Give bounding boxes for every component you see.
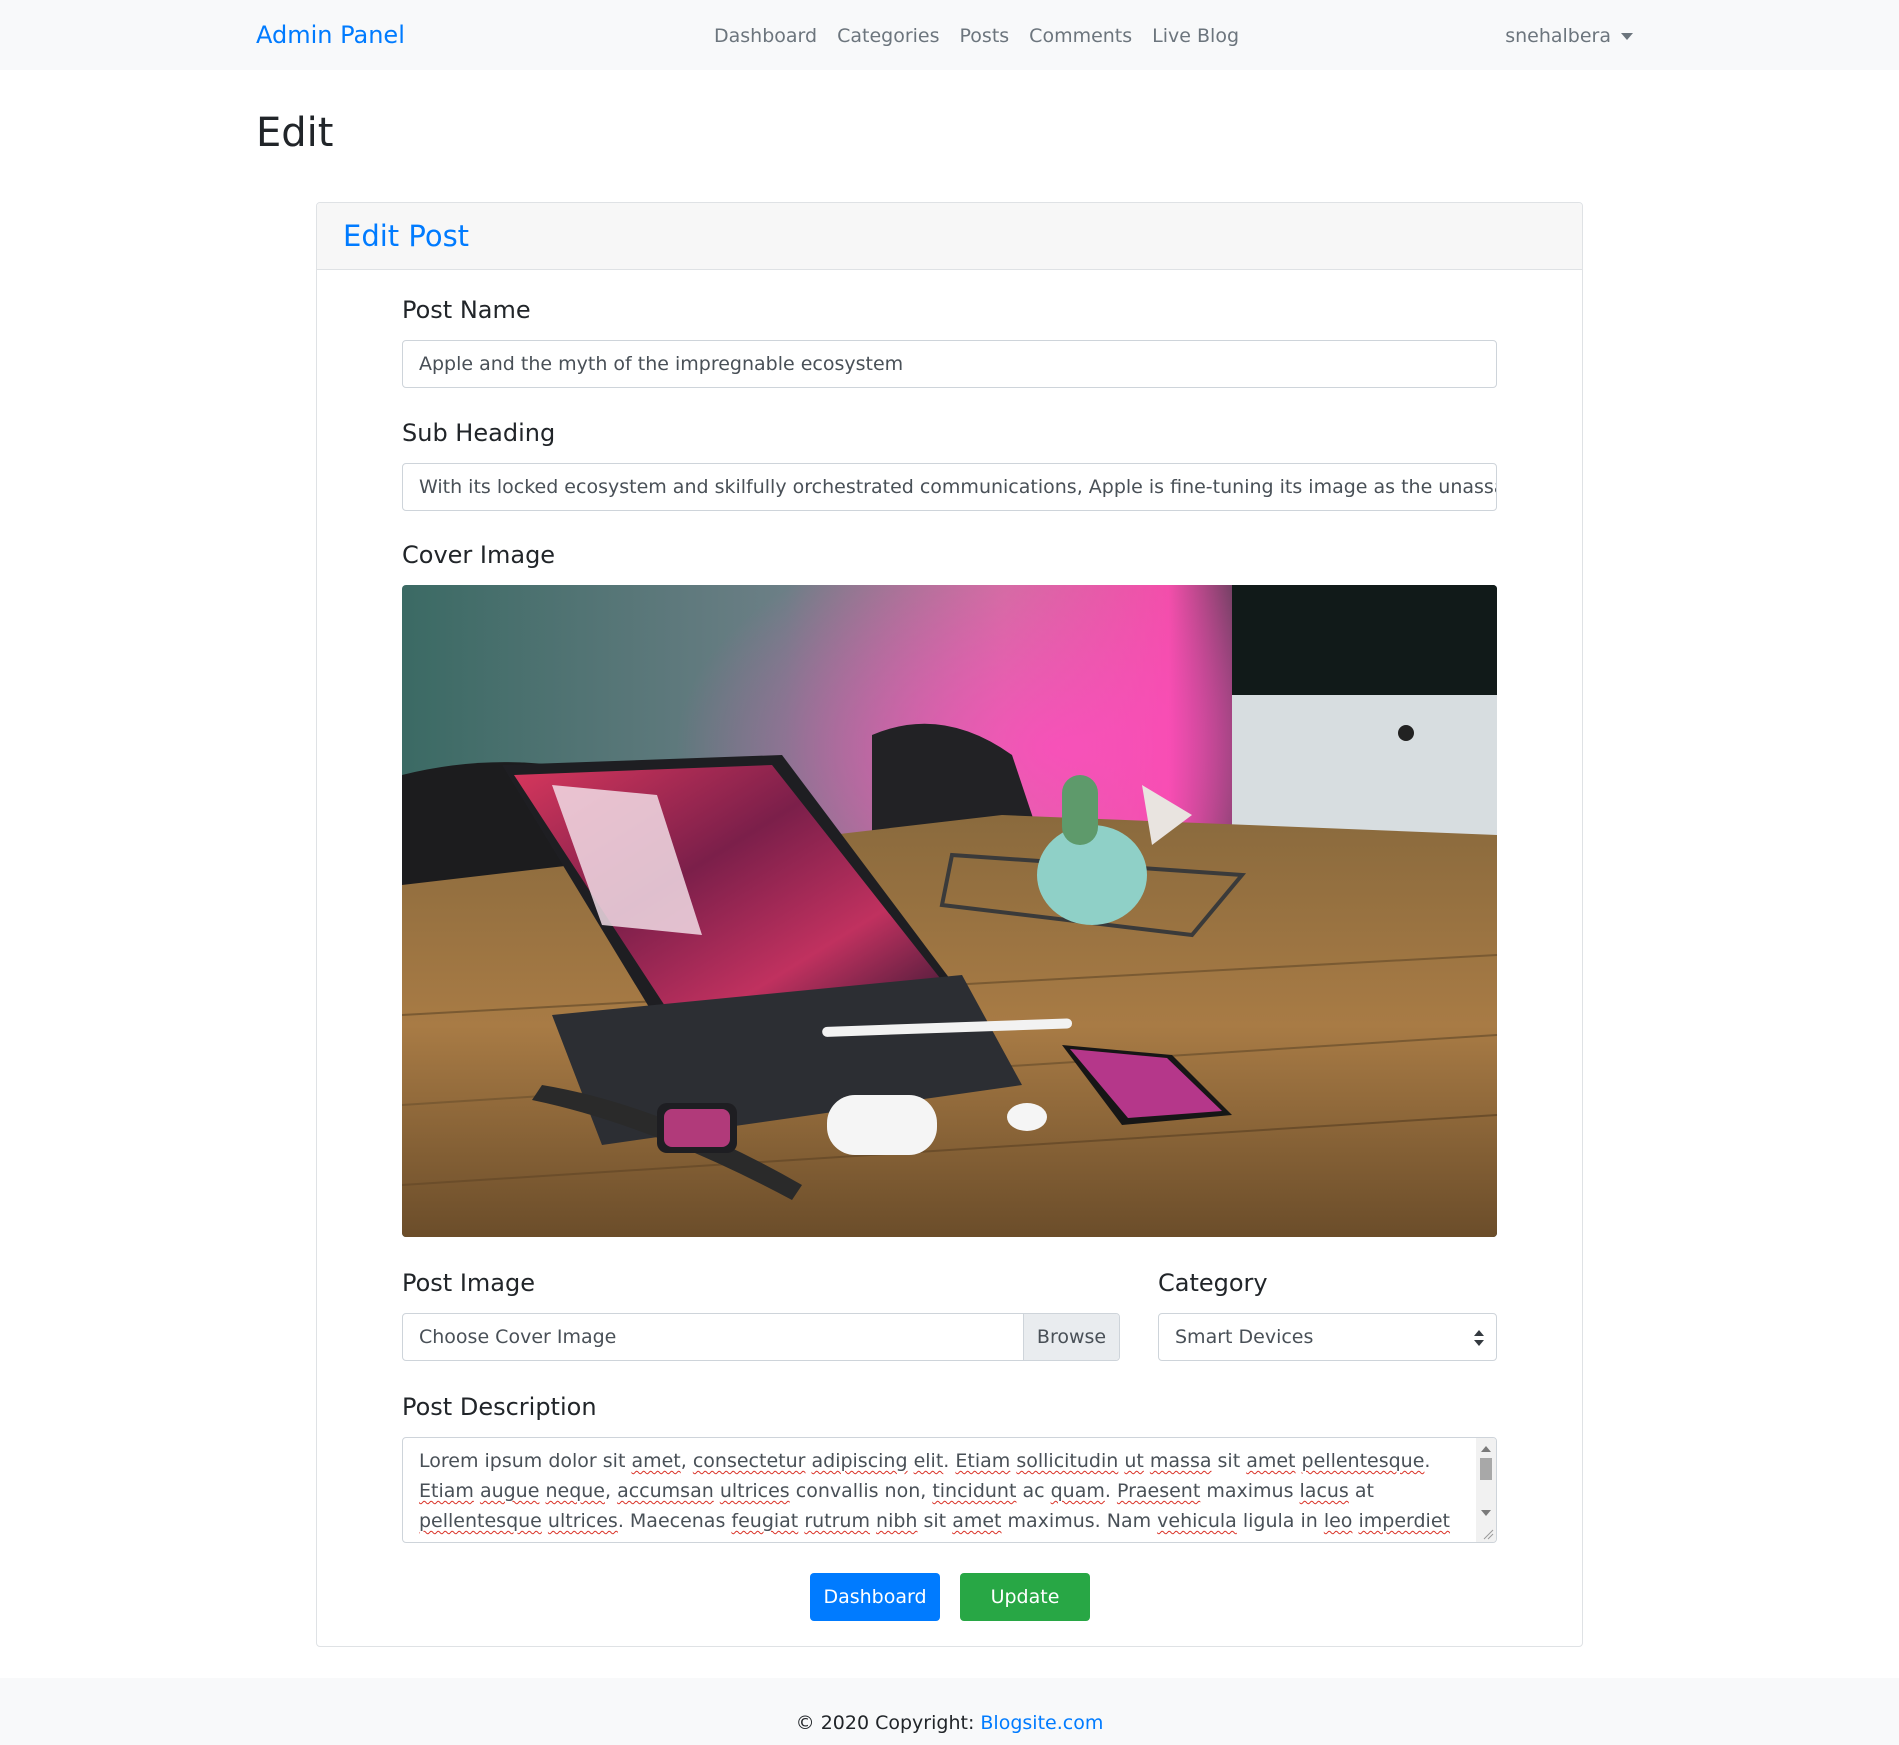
misspelled-word: venenatis bbox=[685, 1540, 778, 1542]
description-text-run: . bbox=[1104, 1480, 1117, 1502]
misspelled-word: amet bbox=[631, 1450, 681, 1472]
misspelled-word: nibh bbox=[876, 1510, 918, 1532]
file-input-placeholder: Choose Cover Image bbox=[419, 1326, 617, 1348]
misspelled-word: amet bbox=[952, 1510, 1002, 1532]
post-name-input[interactable]: Apple and the myth of the impregnable ec… bbox=[402, 340, 1497, 388]
misspelled-word: imperdiet bbox=[1358, 1510, 1450, 1532]
description-text-run: ac bbox=[1016, 1480, 1051, 1502]
sub-heading-input[interactable]: With its locked ecosystem and skilfully … bbox=[402, 463, 1497, 511]
footer: © 2020 Copyright: Blogsite.com bbox=[0, 1678, 1899, 1745]
description-text-run: maximus. Nam bbox=[1001, 1510, 1158, 1532]
nav-link-categories[interactable]: Categories bbox=[837, 25, 939, 47]
misspelled-word: rutrum bbox=[804, 1510, 870, 1532]
footer-site-link[interactable]: Blogsite.com bbox=[980, 1712, 1103, 1734]
misspelled-word: pellentesque bbox=[419, 1510, 542, 1532]
description-text-run: ligula in bbox=[1236, 1510, 1324, 1532]
post-image-label: Post Image bbox=[402, 1269, 536, 1297]
description-text-run: maximus. bbox=[419, 1540, 518, 1542]
user-dropdown[interactable]: snehalbera bbox=[1505, 25, 1633, 47]
description-text-run: , bbox=[680, 1450, 693, 1472]
scrollbar-thumb[interactable] bbox=[1480, 1458, 1492, 1480]
page-title: Edit bbox=[256, 110, 334, 156]
caret-down-icon bbox=[1621, 32, 1633, 40]
category-select[interactable]: Smart Devices bbox=[1158, 1313, 1497, 1361]
misspelled-word: vehicula bbox=[1157, 1510, 1237, 1532]
nav-link-live-blog[interactable]: Live Blog bbox=[1152, 25, 1239, 47]
misspelled-word: quam bbox=[1050, 1480, 1105, 1502]
description-text-run: sit bbox=[917, 1510, 953, 1532]
footer-text: © 2020 Copyright: Blogsite.com bbox=[0, 1712, 1899, 1734]
misspelled-word: ultrices bbox=[547, 1510, 618, 1532]
scroll-up-icon[interactable] bbox=[1481, 1446, 1491, 1452]
dashboard-button[interactable]: Dashboard bbox=[810, 1573, 940, 1621]
misspelled-word: lacus bbox=[1299, 1480, 1349, 1502]
misspelled-word: elit bbox=[913, 1450, 944, 1472]
category-label: Category bbox=[1158, 1269, 1268, 1297]
update-button[interactable]: Update bbox=[960, 1573, 1090, 1621]
misspelled-word: ut bbox=[1124, 1450, 1144, 1472]
misspelled-word: sollicitudin bbox=[1016, 1450, 1119, 1472]
post-description-text: Lorem ipsum dolor sit amet, consectetur … bbox=[419, 1446, 1468, 1542]
misspelled-word: massa bbox=[1149, 1450, 1212, 1472]
select-arrows-icon bbox=[1474, 1330, 1484, 1346]
navbar: Admin Panel Dashboard Categories Posts C… bbox=[0, 0, 1899, 70]
misspelled-word: accumsan bbox=[617, 1480, 714, 1502]
cover-image-file-input[interactable]: Choose Cover Image Browse bbox=[402, 1313, 1120, 1361]
browse-button[interactable]: Browse bbox=[1023, 1314, 1119, 1360]
description-text-run: . Maecenas bbox=[617, 1510, 732, 1532]
cover-image bbox=[402, 585, 1497, 1237]
misspelled-word: pellentesque bbox=[1301, 1450, 1425, 1472]
sub-heading-label: Sub Heading bbox=[402, 419, 556, 447]
nav-links: Dashboard Categories Posts Comments Live… bbox=[714, 25, 1239, 47]
misspelled-word: leo bbox=[1323, 1510, 1353, 1532]
misspelled-word: amet bbox=[1246, 1450, 1296, 1472]
post-description-textarea[interactable]: Lorem ipsum dolor sit amet, consectetur … bbox=[402, 1437, 1497, 1543]
category-selected-value: Smart Devices bbox=[1175, 1326, 1314, 1348]
description-text-run: Lorem ipsum dolor sit bbox=[419, 1450, 632, 1472]
description-text-run: , bbox=[605, 1480, 618, 1502]
misspelled-word: Aliquam bbox=[518, 1540, 596, 1542]
description-text-run: maximus bbox=[1200, 1480, 1300, 1502]
post-description-label: Post Description bbox=[402, 1393, 597, 1421]
copyright-text: © 2020 Copyright: bbox=[795, 1712, 981, 1734]
description-text-run: . bbox=[943, 1450, 956, 1472]
misspelled-word: eleifend bbox=[602, 1540, 678, 1542]
edit-post-card: Edit Post Post Name Apple and the myth o… bbox=[316, 202, 1583, 1647]
textarea-scrollbar[interactable] bbox=[1476, 1438, 1496, 1542]
misspelled-word: neque bbox=[545, 1480, 605, 1502]
cover-image-label: Cover Image bbox=[402, 541, 556, 569]
misspelled-word: Etiam bbox=[955, 1450, 1011, 1472]
user-name: snehalbera bbox=[1505, 25, 1611, 47]
misspelled-word: augue bbox=[479, 1480, 540, 1502]
misspelled-word: consectetur bbox=[692, 1450, 806, 1472]
nav-link-dashboard[interactable]: Dashboard bbox=[714, 25, 817, 47]
description-text-run: convallis non, bbox=[789, 1480, 933, 1502]
description-text-run: . bbox=[1424, 1450, 1431, 1472]
brand-link[interactable]: Admin Panel bbox=[256, 21, 405, 49]
description-text-run: sit bbox=[1211, 1450, 1247, 1472]
misspelled-word: Praesent bbox=[1116, 1480, 1201, 1502]
post-name-label: Post Name bbox=[402, 296, 531, 324]
misspelled-word: tincidunt bbox=[932, 1480, 1017, 1502]
description-text-run: at bbox=[1348, 1480, 1374, 1502]
misspelled-word: feugiat bbox=[731, 1510, 799, 1532]
nav-link-comments[interactable]: Comments bbox=[1029, 25, 1132, 47]
scroll-down-icon[interactable] bbox=[1481, 1510, 1491, 1516]
resize-grip-icon[interactable] bbox=[1482, 1528, 1494, 1540]
card-header: Edit Post bbox=[317, 203, 1582, 270]
nav-link-posts[interactable]: Posts bbox=[960, 25, 1010, 47]
card-title: Edit Post bbox=[343, 219, 470, 253]
misspelled-word: ultrices bbox=[719, 1480, 790, 1502]
misspelled-word: Etiam bbox=[419, 1480, 474, 1502]
misspelled-word: adipiscing bbox=[811, 1450, 908, 1472]
